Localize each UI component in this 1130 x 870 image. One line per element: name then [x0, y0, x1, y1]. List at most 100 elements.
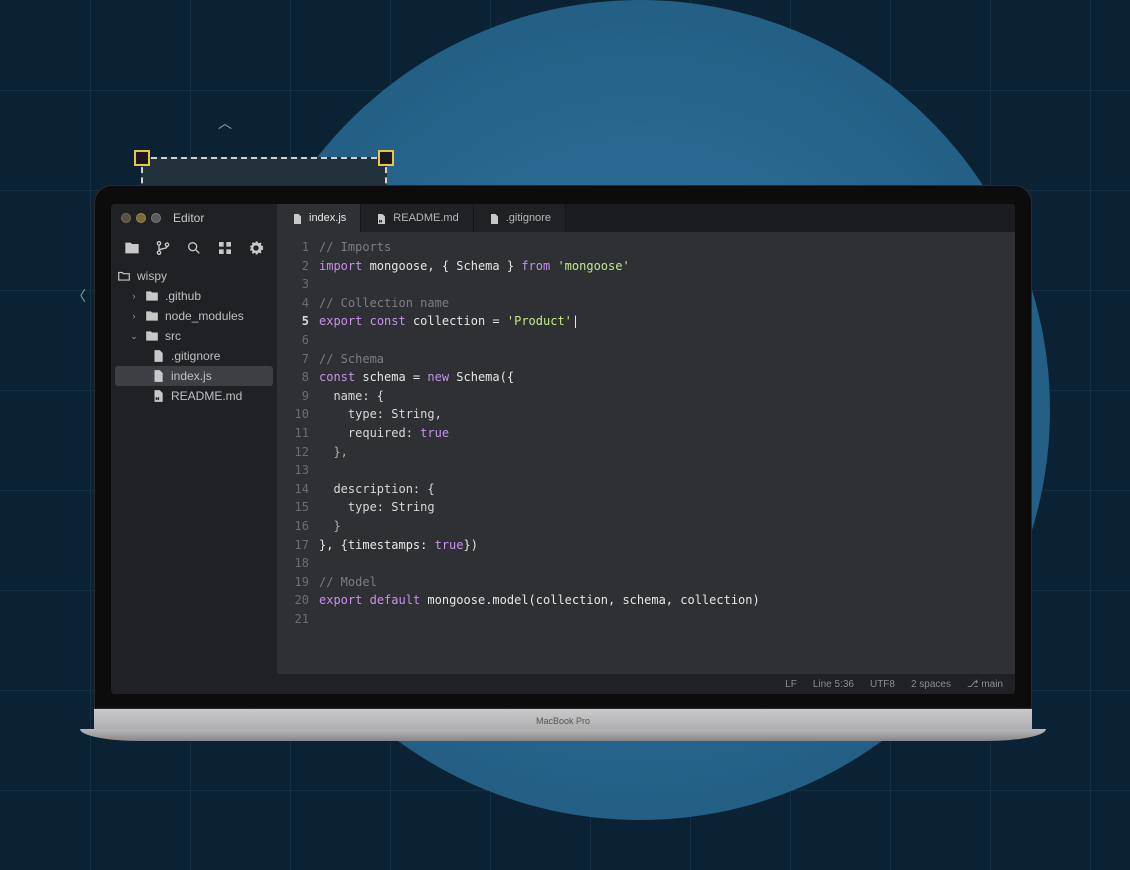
- editor-tabs: index.js README.md .gitignore: [277, 204, 1015, 232]
- project-root[interactable]: wispy: [115, 266, 273, 286]
- line-number: 6: [277, 331, 309, 350]
- resize-handle-top-right[interactable]: [378, 150, 394, 166]
- code-line[interactable]: }: [319, 517, 760, 536]
- chevron-right-icon: ›: [129, 311, 139, 321]
- chevron-right-icon: ›: [129, 291, 139, 301]
- status-bar: LF Line 5:36 UTF8 2 spaces ⎇ main: [111, 674, 1015, 694]
- tree-item-src[interactable]: ⌄ src: [115, 326, 273, 346]
- line-number: 12: [277, 443, 309, 462]
- folder-open-icon: [117, 269, 131, 283]
- status-git-branch[interactable]: ⎇ main: [967, 679, 1003, 690]
- git-branch-icon[interactable]: [155, 240, 171, 256]
- line-number: 1: [277, 238, 309, 257]
- line-number: 11: [277, 424, 309, 443]
- line-number: 17: [277, 536, 309, 555]
- code-content[interactable]: // Importsimport mongoose, { Schema } fr…: [319, 232, 760, 674]
- code-line[interactable]: // Model: [319, 573, 760, 592]
- line-number: 18: [277, 554, 309, 573]
- tab--gitignore[interactable]: .gitignore: [474, 204, 566, 232]
- chevron-down-icon: ⌄: [129, 331, 139, 342]
- window-topbar: Editor index.js README.md .gitignore: [111, 204, 1015, 232]
- code-line[interactable]: // Schema: [319, 350, 760, 369]
- code-line[interactable]: // Collection name: [319, 294, 760, 313]
- code-line[interactable]: [319, 610, 760, 629]
- line-number: 8: [277, 368, 309, 387]
- line-number: 13: [277, 461, 309, 480]
- laptop-base: MacBook Pro: [94, 709, 1032, 733]
- code-line[interactable]: // Imports: [319, 238, 760, 257]
- code-line[interactable]: description: {: [319, 480, 760, 499]
- code-line[interactable]: type: String: [319, 498, 760, 517]
- app-title: Editor: [173, 211, 204, 225]
- editor-window: Editor index.js README.md .gitignore: [111, 204, 1015, 694]
- close-window-button[interactable]: [121, 213, 131, 223]
- tree-item-index-js[interactable]: index.js: [115, 366, 273, 386]
- maximize-window-button[interactable]: [151, 213, 161, 223]
- tree-item-label: index.js: [171, 369, 212, 383]
- laptop-frame: Editor index.js README.md .gitignore: [94, 185, 1032, 733]
- resize-handle-top-left[interactable]: [134, 150, 150, 166]
- code-line[interactable]: type: String,: [319, 405, 760, 424]
- line-number: 5: [277, 312, 309, 331]
- code-editor[interactable]: 123456789101112131415161718192021 // Imp…: [277, 232, 1015, 674]
- chevron-up-icon: ︿: [218, 113, 232, 133]
- file-icon: [488, 212, 500, 224]
- code-line[interactable]: export default mongoose.model(collection…: [319, 591, 760, 610]
- status-indent[interactable]: 2 spaces: [911, 679, 951, 690]
- search-icon[interactable]: [186, 240, 202, 256]
- gear-icon[interactable]: [248, 240, 264, 256]
- line-number: 20: [277, 591, 309, 610]
- sidebar: wispy › .github › node_modules ⌄ src .gitignor…: [111, 232, 277, 674]
- code-line[interactable]: name: {: [319, 387, 760, 406]
- folder-icon: [145, 329, 159, 343]
- line-number: 19: [277, 573, 309, 592]
- tree-item-label: node_modules: [165, 309, 244, 323]
- minimize-window-button[interactable]: [136, 213, 146, 223]
- tab-label: index.js: [309, 212, 346, 224]
- code-line[interactable]: import mongoose, { Schema } from 'mongoo…: [319, 257, 760, 276]
- line-number: 21: [277, 610, 309, 629]
- code-line[interactable]: [319, 461, 760, 480]
- file-tree: wispy › .github › node_modules ⌄ src .gitignor…: [111, 266, 277, 406]
- code-line[interactable]: [319, 554, 760, 573]
- line-number: 2: [277, 257, 309, 276]
- line-number-gutter: 123456789101112131415161718192021: [277, 232, 319, 674]
- window-controls: [121, 213, 161, 223]
- tree-item-label: .github: [165, 289, 201, 303]
- tab-index-js[interactable]: index.js: [277, 204, 361, 232]
- chevron-left-icon: 〈: [72, 286, 86, 306]
- code-line[interactable]: },: [319, 443, 760, 462]
- folder-icon: [145, 309, 159, 323]
- status-eol[interactable]: LF: [785, 679, 797, 690]
- tree-item--github[interactable]: › .github: [115, 286, 273, 306]
- tree-item-label: README.md: [171, 389, 242, 403]
- code-line[interactable]: [319, 331, 760, 350]
- code-line[interactable]: export const collection = 'Product'|: [319, 312, 760, 331]
- code-line[interactable]: }, {timestamps: true}): [319, 536, 760, 555]
- folder-icon: [145, 289, 159, 303]
- line-number: 10: [277, 405, 309, 424]
- folder-icon[interactable]: [124, 240, 140, 256]
- code-line[interactable]: const schema = new Schema({: [319, 368, 760, 387]
- line-number: 9: [277, 387, 309, 406]
- file-js-icon: [291, 212, 303, 224]
- status-cursor-position[interactable]: Line 5:36: [813, 679, 854, 690]
- code-line[interactable]: required: true: [319, 424, 760, 443]
- code-line[interactable]: [319, 275, 760, 294]
- tree-item-README-md[interactable]: README.md: [115, 386, 273, 406]
- laptop-model-label: MacBook Pro: [536, 716, 590, 726]
- tab-label: .gitignore: [506, 212, 551, 224]
- line-number: 16: [277, 517, 309, 536]
- status-encoding[interactable]: UTF8: [870, 679, 895, 690]
- tree-item-label: .gitignore: [171, 349, 220, 363]
- window-titlebar: Editor: [111, 204, 277, 232]
- apps-icon[interactable]: [217, 240, 233, 256]
- file-icon: [151, 369, 165, 383]
- tab-README-md[interactable]: README.md: [361, 204, 473, 232]
- file-icon: [151, 349, 165, 363]
- tree-item-node_modules[interactable]: › node_modules: [115, 306, 273, 326]
- tree-item--gitignore[interactable]: .gitignore: [115, 346, 273, 366]
- sidebar-toolbar: [111, 236, 277, 266]
- tree-item-label: src: [165, 329, 181, 343]
- line-number: 4: [277, 294, 309, 313]
